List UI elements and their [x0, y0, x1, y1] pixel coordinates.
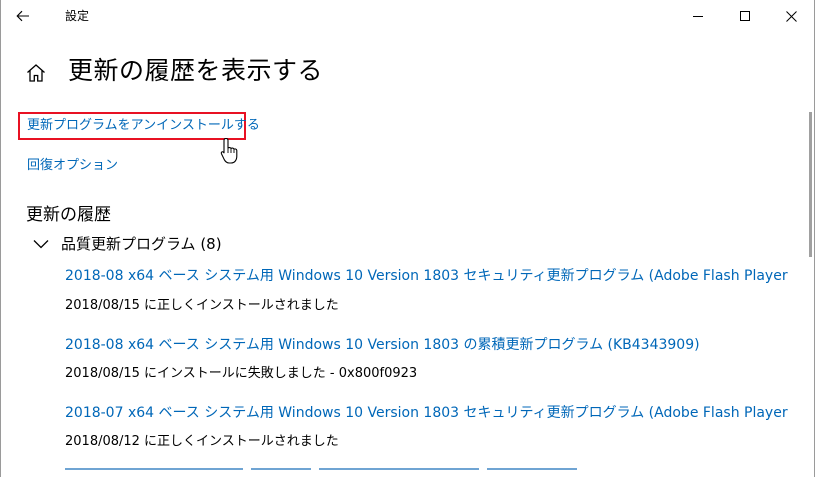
update-item-link[interactable]: 2018-08 x64 ベース システム用 Windows 10 Version…	[65, 267, 792, 285]
home-icon[interactable]	[25, 62, 47, 84]
update-item-status: 2018/08/12 に正しくインストールされました	[65, 434, 339, 449]
quality-updates-group-toggle[interactable]: 品質更新プログラム (8)	[33, 233, 222, 255]
minimize-icon	[693, 16, 703, 17]
update-item-link[interactable]: 2018-08 x64 ベース システム用 Windows 10 Version…	[65, 336, 792, 354]
minimize-button[interactable]	[675, 0, 721, 32]
close-icon	[785, 10, 797, 22]
uninstall-updates-link[interactable]: 更新プログラムをアンインストールする	[27, 118, 260, 134]
update-item-status: 2018/08/15 に正しくインストールされました	[65, 298, 339, 313]
maximize-button[interactable]	[722, 0, 768, 32]
recovery-options-link[interactable]: 回復オプション	[27, 158, 118, 174]
update-history-heading: 更新の履歴	[26, 205, 111, 225]
title-bar: 設定	[1, 0, 814, 33]
close-button[interactable]	[768, 0, 814, 32]
page-title: 更新の履歴を表示する	[68, 56, 324, 85]
chevron-down-icon	[33, 240, 49, 249]
back-button[interactable]	[8, 2, 38, 30]
maximize-icon	[740, 11, 750, 21]
clipped-update-item	[65, 468, 792, 477]
settings-window: 設定 更新の履歴を表示する 更新プログラムをアンインストールする 回復オプション…	[0, 0, 815, 477]
back-arrow-icon	[16, 10, 29, 22]
scrollbar-thumb[interactable]	[809, 112, 812, 257]
update-item-link[interactable]: 2018-07 x64 ベース システム用 Windows 10 Version…	[65, 404, 792, 422]
window-title: 設定	[65, 9, 90, 23]
group-label: 品質更新プログラム (8)	[61, 235, 222, 253]
update-item-status: 2018/08/15 にインストールに失敗しました - 0x800f0923	[65, 366, 418, 381]
hand-cursor-icon	[220, 137, 238, 164]
